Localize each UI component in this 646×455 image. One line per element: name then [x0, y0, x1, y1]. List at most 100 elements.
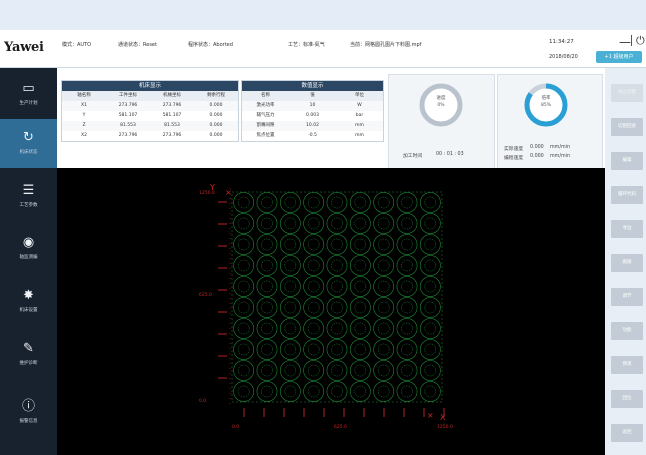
grid-inner-circle	[237, 196, 250, 209]
grid-circle	[326, 381, 348, 402]
grid-inner-circle	[307, 196, 320, 209]
grid-inner-circle	[261, 301, 273, 314]
mode-status: 模式：AUTO	[62, 42, 92, 48]
nav-item[interactable]: ☰ 工艺参数	[0, 172, 57, 221]
grid-inner-circle	[331, 280, 343, 293]
wrench-icon: ✎	[23, 341, 34, 356]
action-button[interactable]: 预演	[611, 356, 643, 374]
x-tick-label: 1250.0	[437, 424, 453, 430]
grid-circle	[349, 318, 371, 339]
grid-inner-circle	[261, 364, 273, 377]
nav-item-label: 维护诊断	[19, 361, 38, 366]
action-button[interactable]: 切割回退	[611, 118, 643, 136]
grid-circle	[419, 276, 441, 297]
grid-inner-circle	[377, 364, 390, 377]
grid-circle	[279, 360, 301, 381]
grid-inner-circle	[261, 343, 273, 356]
grid-circle	[373, 234, 395, 255]
header-bar	[0, 30, 646, 68]
grid-circle	[349, 276, 371, 297]
grid-inner-circle	[354, 364, 367, 377]
axis-cell: X2	[81, 133, 87, 138]
grid-circle	[349, 213, 371, 234]
speed-value: 85%	[540, 103, 551, 108]
action-button[interactable]: 循环代码	[611, 186, 643, 204]
progress-panel: 进度 0% 加工时间 00 : 01 : 03	[388, 74, 495, 170]
grid-circle	[349, 339, 371, 360]
grid-circle	[279, 318, 301, 339]
grid-circle	[279, 381, 301, 402]
axis-cell: 581.107	[162, 113, 182, 118]
nav-item-label: 机床设置	[19, 308, 38, 313]
param-cell: 割嘴间隙	[256, 123, 275, 128]
nav-item[interactable]: ✸ 机床设置	[0, 277, 57, 326]
grid-circle	[419, 192, 441, 213]
axis-table: 机床显示 轴名称 工件坐标 机械坐标 剩余行程 X1 273.796 273.796…	[61, 80, 239, 142]
action-button[interactable]: 返回	[611, 424, 643, 442]
grid-circle	[256, 381, 278, 402]
grid-circle	[373, 381, 395, 402]
minimize-icon[interactable]: —	[619, 35, 631, 49]
grid-circle	[419, 360, 441, 381]
y-tick-label: 625.0	[199, 292, 212, 298]
action-button[interactable]: 调节	[611, 288, 643, 306]
x-axis-label: X	[440, 413, 446, 422]
axis-cell: 0.000	[209, 103, 223, 108]
grid-inner-circle	[237, 322, 250, 335]
action-button[interactable]: 跟随	[611, 254, 643, 272]
nav-item[interactable]: ▭ 生产计划	[0, 70, 57, 119]
action-button[interactable]: 回位	[611, 390, 643, 408]
axis-table-header: 轴名称 工件坐标 机械坐标 剩余行程	[62, 91, 238, 101]
grid-circle	[419, 234, 441, 255]
param-cell: W	[357, 103, 362, 108]
grid-circle	[256, 213, 278, 234]
axis-col-header: 剩余行程	[207, 93, 225, 98]
power-icon[interactable]: ⏻	[636, 34, 645, 48]
gear-icon: ✸	[23, 288, 34, 303]
nav-item[interactable]: ↻ 机床状态	[0, 119, 57, 168]
grid-inner-circle	[261, 385, 273, 398]
action-button[interactable]: 功能	[611, 322, 643, 340]
axis-cell: 273.796	[162, 103, 182, 108]
grid-circle	[349, 381, 371, 402]
grid-inner-circle	[401, 217, 413, 230]
nav-item[interactable]: ⓘ 报警信息	[0, 388, 57, 437]
grid-circle	[326, 318, 348, 339]
grid-inner-circle	[424, 238, 437, 251]
param-cell: mm	[355, 123, 364, 128]
grid-circle	[256, 297, 278, 318]
grid-inner-circle	[354, 217, 367, 230]
grid-circle	[233, 297, 255, 318]
grid-inner-circle	[261, 322, 273, 335]
nav-item[interactable]: ✎ 维护诊断	[0, 330, 57, 379]
grid-inner-circle	[237, 259, 250, 272]
grid-circle	[233, 339, 255, 360]
axis-table-row: Y 581.107 581.107 0.000	[62, 111, 238, 121]
param-cell: 焦点位置	[256, 133, 275, 138]
y-tick-label: 1250.0	[199, 190, 215, 196]
nav-item[interactable]: ◉ 轴监测编	[0, 224, 57, 273]
top-strip	[0, 0, 646, 30]
grid-circle	[373, 297, 395, 318]
grid-boundary	[231, 191, 443, 403]
grid-circle	[349, 192, 371, 213]
axis-cell: 81.553	[164, 123, 180, 128]
grid-circle	[256, 192, 278, 213]
grid-circle	[233, 318, 255, 339]
param-table-row: 焦点位置 -0.5 mm	[242, 131, 383, 141]
action-button[interactable]: 停止切割	[611, 84, 643, 102]
grid-circle	[233, 381, 255, 402]
grid-circle	[373, 213, 395, 234]
nav-item-label: 生产计划	[19, 101, 38, 106]
user-button[interactable]: +1 超级用户	[596, 51, 642, 63]
axis-cell: 273.796	[162, 133, 182, 138]
axis-table-row: Z 81.553 81.553 0.000	[62, 121, 238, 131]
grid-inner-circle	[424, 364, 437, 377]
grid-inner-circle	[307, 301, 320, 314]
param-table-title: 数值显示	[242, 81, 383, 91]
action-button[interactable]: 编辑	[611, 152, 643, 170]
action-button[interactable]: 寻边	[611, 220, 643, 238]
cutting-path-view[interactable]: Y X × × 1250.0 625.0 0.0 0.0 625.0 1250.0	[57, 168, 605, 433]
param-cell: 10	[309, 103, 316, 108]
param-cell: -0.5	[308, 133, 317, 138]
